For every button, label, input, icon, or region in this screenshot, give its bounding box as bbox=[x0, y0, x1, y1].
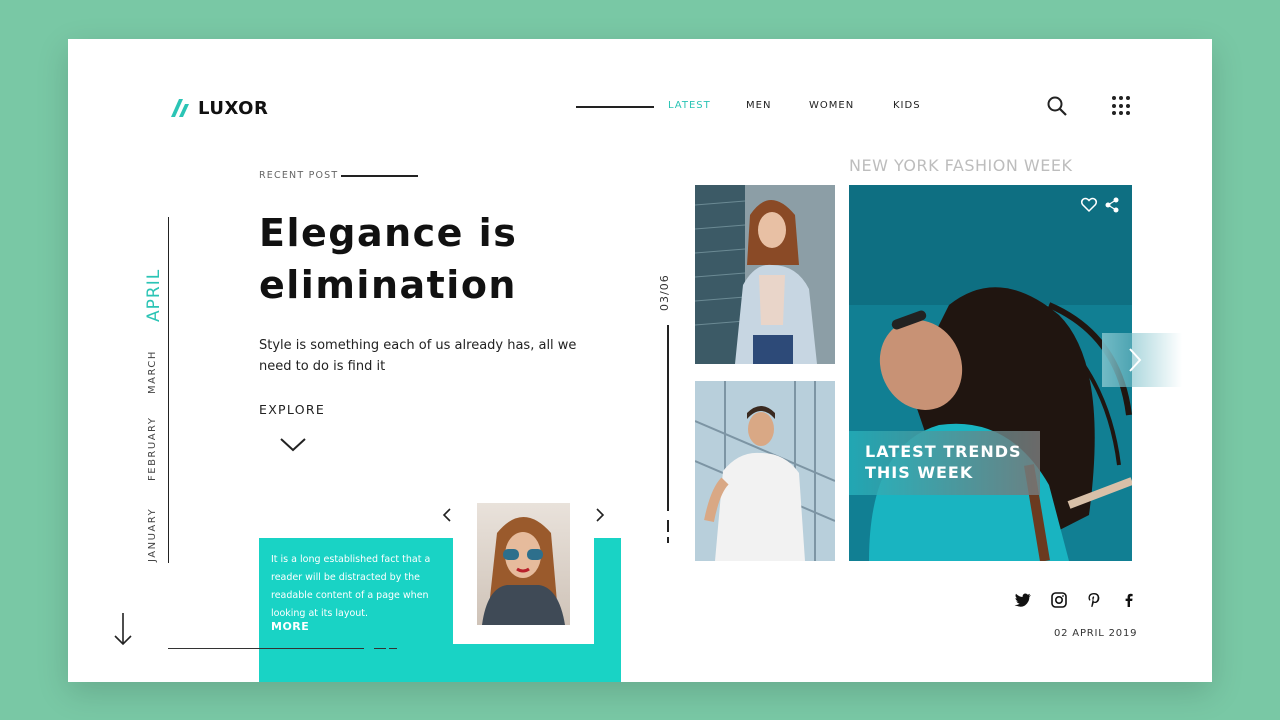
teaser-photo[interactable] bbox=[477, 503, 570, 625]
post-title-line2: elimination bbox=[259, 263, 517, 307]
share-icon[interactable] bbox=[1104, 196, 1120, 214]
counter-line bbox=[667, 325, 669, 511]
arrow-down-icon[interactable] bbox=[112, 611, 134, 647]
trends-overlay[interactable]: LATEST TRENDS THIS WEEK bbox=[849, 431, 1040, 495]
chevron-right-icon[interactable] bbox=[593, 507, 607, 523]
month-april[interactable]: APRIL bbox=[144, 269, 164, 322]
logo-text: LUXOR bbox=[198, 97, 269, 119]
bottom-dash bbox=[374, 648, 386, 649]
featured-next-button[interactable] bbox=[1102, 333, 1182, 387]
featured-heading: NEW YORK FASHION WEEK bbox=[849, 156, 1073, 175]
nav-men[interactable]: MEN bbox=[746, 100, 771, 111]
nav-women[interactable]: WOMEN bbox=[809, 100, 854, 111]
instagram-icon[interactable] bbox=[1050, 592, 1068, 608]
pinterest-icon[interactable] bbox=[1085, 592, 1103, 608]
nav-kids[interactable]: KIDS bbox=[893, 100, 921, 111]
grid-menu-icon[interactable] bbox=[1112, 96, 1132, 116]
chevron-right-icon bbox=[1129, 348, 1142, 372]
nav-latest[interactable]: LATEST bbox=[668, 100, 711, 111]
teaser-text: It is a long established fact that a rea… bbox=[271, 554, 431, 619]
photo-man-white-tee[interactable] bbox=[695, 381, 835, 561]
nav-divider bbox=[576, 106, 654, 108]
facebook-icon[interactable] bbox=[1120, 592, 1138, 608]
logo[interactable]: LUXOR bbox=[168, 97, 268, 119]
teaser-photo-frame bbox=[453, 499, 594, 644]
bottom-dash bbox=[389, 648, 397, 649]
bottom-divider bbox=[168, 648, 364, 649]
heart-icon[interactable] bbox=[1080, 196, 1098, 214]
photo-woman-denim[interactable] bbox=[695, 185, 835, 364]
twitter-icon[interactable] bbox=[1014, 592, 1032, 608]
post-title-line1: Elegance is bbox=[259, 211, 518, 255]
post-subtitle: Style is something each of us already ha… bbox=[259, 338, 577, 374]
month-march[interactable]: MARCH bbox=[147, 350, 158, 394]
post-title: Elegance is elimination bbox=[259, 207, 559, 311]
explore-link[interactable]: EXPLORE bbox=[259, 402, 325, 417]
recent-post-line bbox=[341, 175, 418, 177]
chevron-down-icon[interactable] bbox=[280, 437, 306, 453]
counter-dash bbox=[667, 537, 669, 543]
search-icon[interactable] bbox=[1046, 95, 1068, 117]
month-timeline-line bbox=[168, 217, 169, 563]
trends-line1: LATEST TRENDS bbox=[865, 442, 1022, 461]
post-date: 02 APRIL 2019 bbox=[1054, 628, 1138, 639]
trends-line2: THIS WEEK bbox=[865, 463, 974, 482]
landing-card: LUXOR LATEST MEN WOMEN KIDS APRIL MARCH … bbox=[68, 39, 1212, 682]
chevron-left-icon[interactable] bbox=[440, 507, 454, 523]
slide-counter: 03/06 bbox=[658, 274, 671, 311]
logo-mark-icon bbox=[171, 99, 189, 117]
recent-post-label: RECENT POST bbox=[259, 170, 339, 181]
more-link[interactable]: MORE bbox=[271, 620, 309, 633]
month-february[interactable]: FEBRUARY bbox=[147, 417, 158, 481]
counter-dash bbox=[667, 520, 669, 532]
featured-photo[interactable] bbox=[849, 185, 1132, 561]
month-january[interactable]: JANUARY bbox=[147, 508, 158, 562]
